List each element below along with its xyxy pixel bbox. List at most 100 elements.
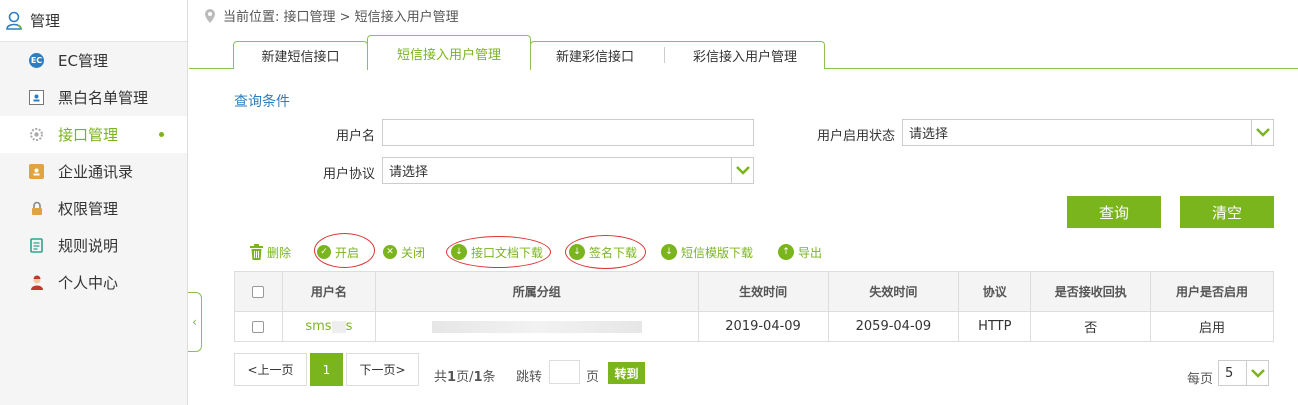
template-download-label: 短信模版下载 — [681, 245, 754, 260]
per-page-label: 每页 — [1187, 372, 1214, 387]
sidebar-item-rules[interactable]: 规则说明 — [0, 227, 187, 264]
sidebar-item-directory[interactable]: 企业通讯录 — [0, 153, 187, 190]
username-label: 用户名 — [335, 129, 375, 144]
tab-bar: 新建短信接口 短信接入用户管理 新建彩信接口 彩信接入用户管理 — [189, 35, 1298, 70]
column-header[interactable]: 是否接收回执 — [1030, 271, 1152, 312]
total-pages: 1 — [447, 370, 457, 385]
select-all-checkbox[interactable] — [252, 286, 265, 298]
lock-icon — [29, 201, 44, 216]
jump-label: 跳转 — [516, 370, 543, 385]
tab-label: 新建彩信接口 — [556, 50, 635, 65]
go-button[interactable]: 转到 — [608, 362, 645, 384]
disable-button[interactable]: ✕ 关闭 — [383, 243, 425, 261]
breadcrumb-text: 当前位置: 接口管理 > 短信接入用户管理 — [223, 10, 459, 25]
group-cell — [374, 311, 699, 342]
column-header[interactable]: 失效时间 — [827, 271, 960, 312]
user-status-label: 用户启用状态 — [816, 129, 895, 144]
sidebar-item-label: 个人中心 — [58, 274, 119, 292]
delete-button[interactable]: 删除 — [250, 243, 291, 261]
username-link[interactable]: sms — [305, 319, 331, 334]
column-header[interactable]: 生效时间 — [697, 271, 829, 312]
protocol-select[interactable]: 请选择 — [382, 157, 754, 184]
sidebar-item-label: 接口管理 — [58, 126, 119, 144]
active-indicator-dot — [159, 132, 164, 137]
sidebar-header[interactable]: 管理 — [0, 0, 187, 42]
receipt-cell: 否 — [1030, 311, 1152, 342]
breadcrumb: 当前位置: 接口管理 > 短信接入用户管理 — [205, 6, 459, 25]
trash-icon — [250, 244, 263, 260]
annotation-circle — [565, 235, 646, 269]
sidebar-item-label: 黑白名单管理 — [58, 89, 149, 107]
per-page-value: 5 — [1225, 365, 1234, 381]
redacted-text — [431, 320, 642, 333]
current-page-button[interactable]: 1 — [310, 353, 343, 386]
protocol-label: 用户协议 — [322, 167, 375, 182]
search-button[interactable]: 查询 — [1067, 196, 1161, 228]
jump-page-input[interactable] — [549, 360, 580, 384]
total-suffix: 条 — [482, 370, 496, 385]
username-cell[interactable]: sms s — [281, 311, 376, 342]
next-page-button[interactable]: 下一页> — [346, 353, 419, 386]
tab-label: 彩信接入用户管理 — [692, 50, 797, 65]
start-date-cell: 2019-04-09 — [697, 311, 829, 342]
total-rows: 1 — [473, 370, 483, 385]
chevron-down-icon — [1251, 120, 1273, 145]
username-link-tail[interactable]: s — [346, 319, 353, 334]
clear-button[interactable]: 清空 — [1180, 196, 1274, 228]
prev-page-button[interactable]: <上一页 — [234, 353, 307, 386]
query-section-title: 查询条件 — [234, 94, 290, 110]
column-header[interactable]: 用户名 — [281, 271, 376, 312]
ec-icon: EC — [29, 53, 44, 68]
annotation-circle — [446, 236, 551, 268]
page-total-text: 共1页/1条 — [434, 366, 496, 385]
tab-mms-user-management[interactable]: 彩信接入用户管理 — [665, 42, 825, 69]
total-prefix: 共 — [434, 370, 448, 385]
close-icon: ✕ — [383, 245, 397, 259]
row-checkbox[interactable] — [252, 320, 265, 333]
redacted-text — [331, 320, 346, 333]
upload-icon: ↑ — [778, 244, 794, 260]
page-unit-label: 页 — [586, 370, 600, 385]
sidebar-item-label: 规则说明 — [58, 237, 119, 255]
gear-icon — [29, 127, 44, 142]
sidebar-item-profile[interactable]: 个人中心 — [0, 264, 187, 301]
user-icon — [6, 11, 22, 30]
sidebar-item-label: EC管理 — [58, 52, 108, 70]
column-header[interactable]: 用户是否启用 — [1150, 271, 1274, 312]
sidebar-item-label: 企业通讯录 — [58, 163, 134, 181]
sidebar-item-permission[interactable]: 权限管理 — [0, 190, 187, 227]
disable-label: 关闭 — [401, 245, 426, 260]
user-status-value: 请选择 — [909, 127, 949, 142]
download-icon: ↓ — [661, 244, 677, 260]
contact-card-icon — [29, 90, 44, 105]
end-date-cell: 2059-04-09 — [827, 311, 960, 342]
sidebar-item-interface[interactable]: 接口管理 — [0, 116, 187, 153]
template-download-button[interactable]: ↓ 短信模版下载 — [661, 243, 753, 261]
protocol-cell: HTTP — [958, 311, 1032, 342]
export-label: 导出 — [798, 245, 823, 260]
table-row: sms s 2019-04-09 2059-04-09 HTTP 否 启用 — [234, 311, 1274, 342]
sidebar-item-ec[interactable]: EC EC管理 — [0, 42, 187, 79]
per-page-select[interactable]: 5 — [1218, 360, 1269, 386]
address-book-icon — [29, 164, 44, 179]
annotation-circle — [314, 233, 375, 268]
tab-new-sms-interface[interactable]: 新建短信接口 — [233, 41, 368, 69]
location-pin-icon — [205, 8, 215, 23]
user-table: 用户名 所属分组 生效时间 失效时间 协议 是否接收回执 用户是否启用 sms s… — [234, 271, 1274, 342]
user-status-select[interactable]: 请选择 — [902, 119, 1274, 146]
sidebar-item-blacklist[interactable]: 黑白名单管理 — [0, 79, 187, 116]
export-button[interactable]: ↑ 导出 — [778, 243, 822, 261]
tab-sms-user-management[interactable]: 短信接入用户管理 — [367, 35, 531, 70]
main-content: 当前位置: 接口管理 > 短信接入用户管理 新建短信接口 短信接入用户管理 新建… — [189, 0, 1298, 405]
document-icon — [29, 238, 44, 253]
username-input[interactable] — [382, 119, 754, 146]
column-header[interactable]: 所属分组 — [374, 271, 699, 312]
tab-label: 新建短信接口 — [261, 50, 340, 65]
total-mid: 页/ — [456, 370, 474, 385]
delete-label: 删除 — [267, 245, 292, 260]
person-icon — [29, 275, 44, 290]
sidebar: 管理 EC EC管理 黑白名单管理 接口管理 企业通讯录 权限管理 规则说明 个… — [0, 0, 188, 405]
tab-label: 短信接入用户管理 — [396, 47, 501, 63]
select-all-cell — [234, 271, 283, 312]
column-header[interactable]: 协议 — [958, 271, 1032, 312]
